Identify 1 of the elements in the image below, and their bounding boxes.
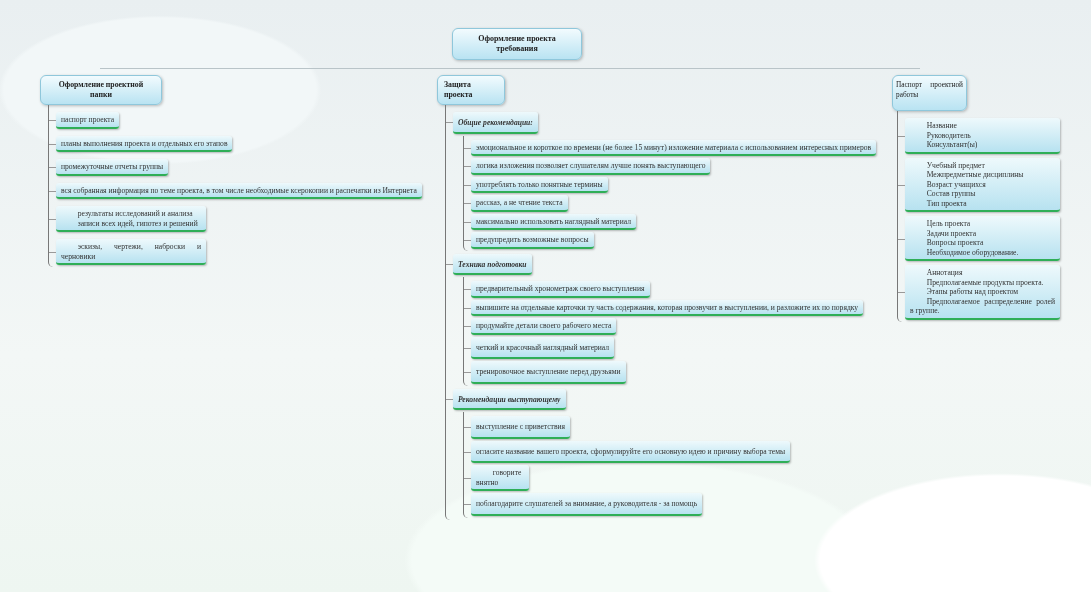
root-node[interactable]: Оформление проекта требования <box>452 28 582 60</box>
